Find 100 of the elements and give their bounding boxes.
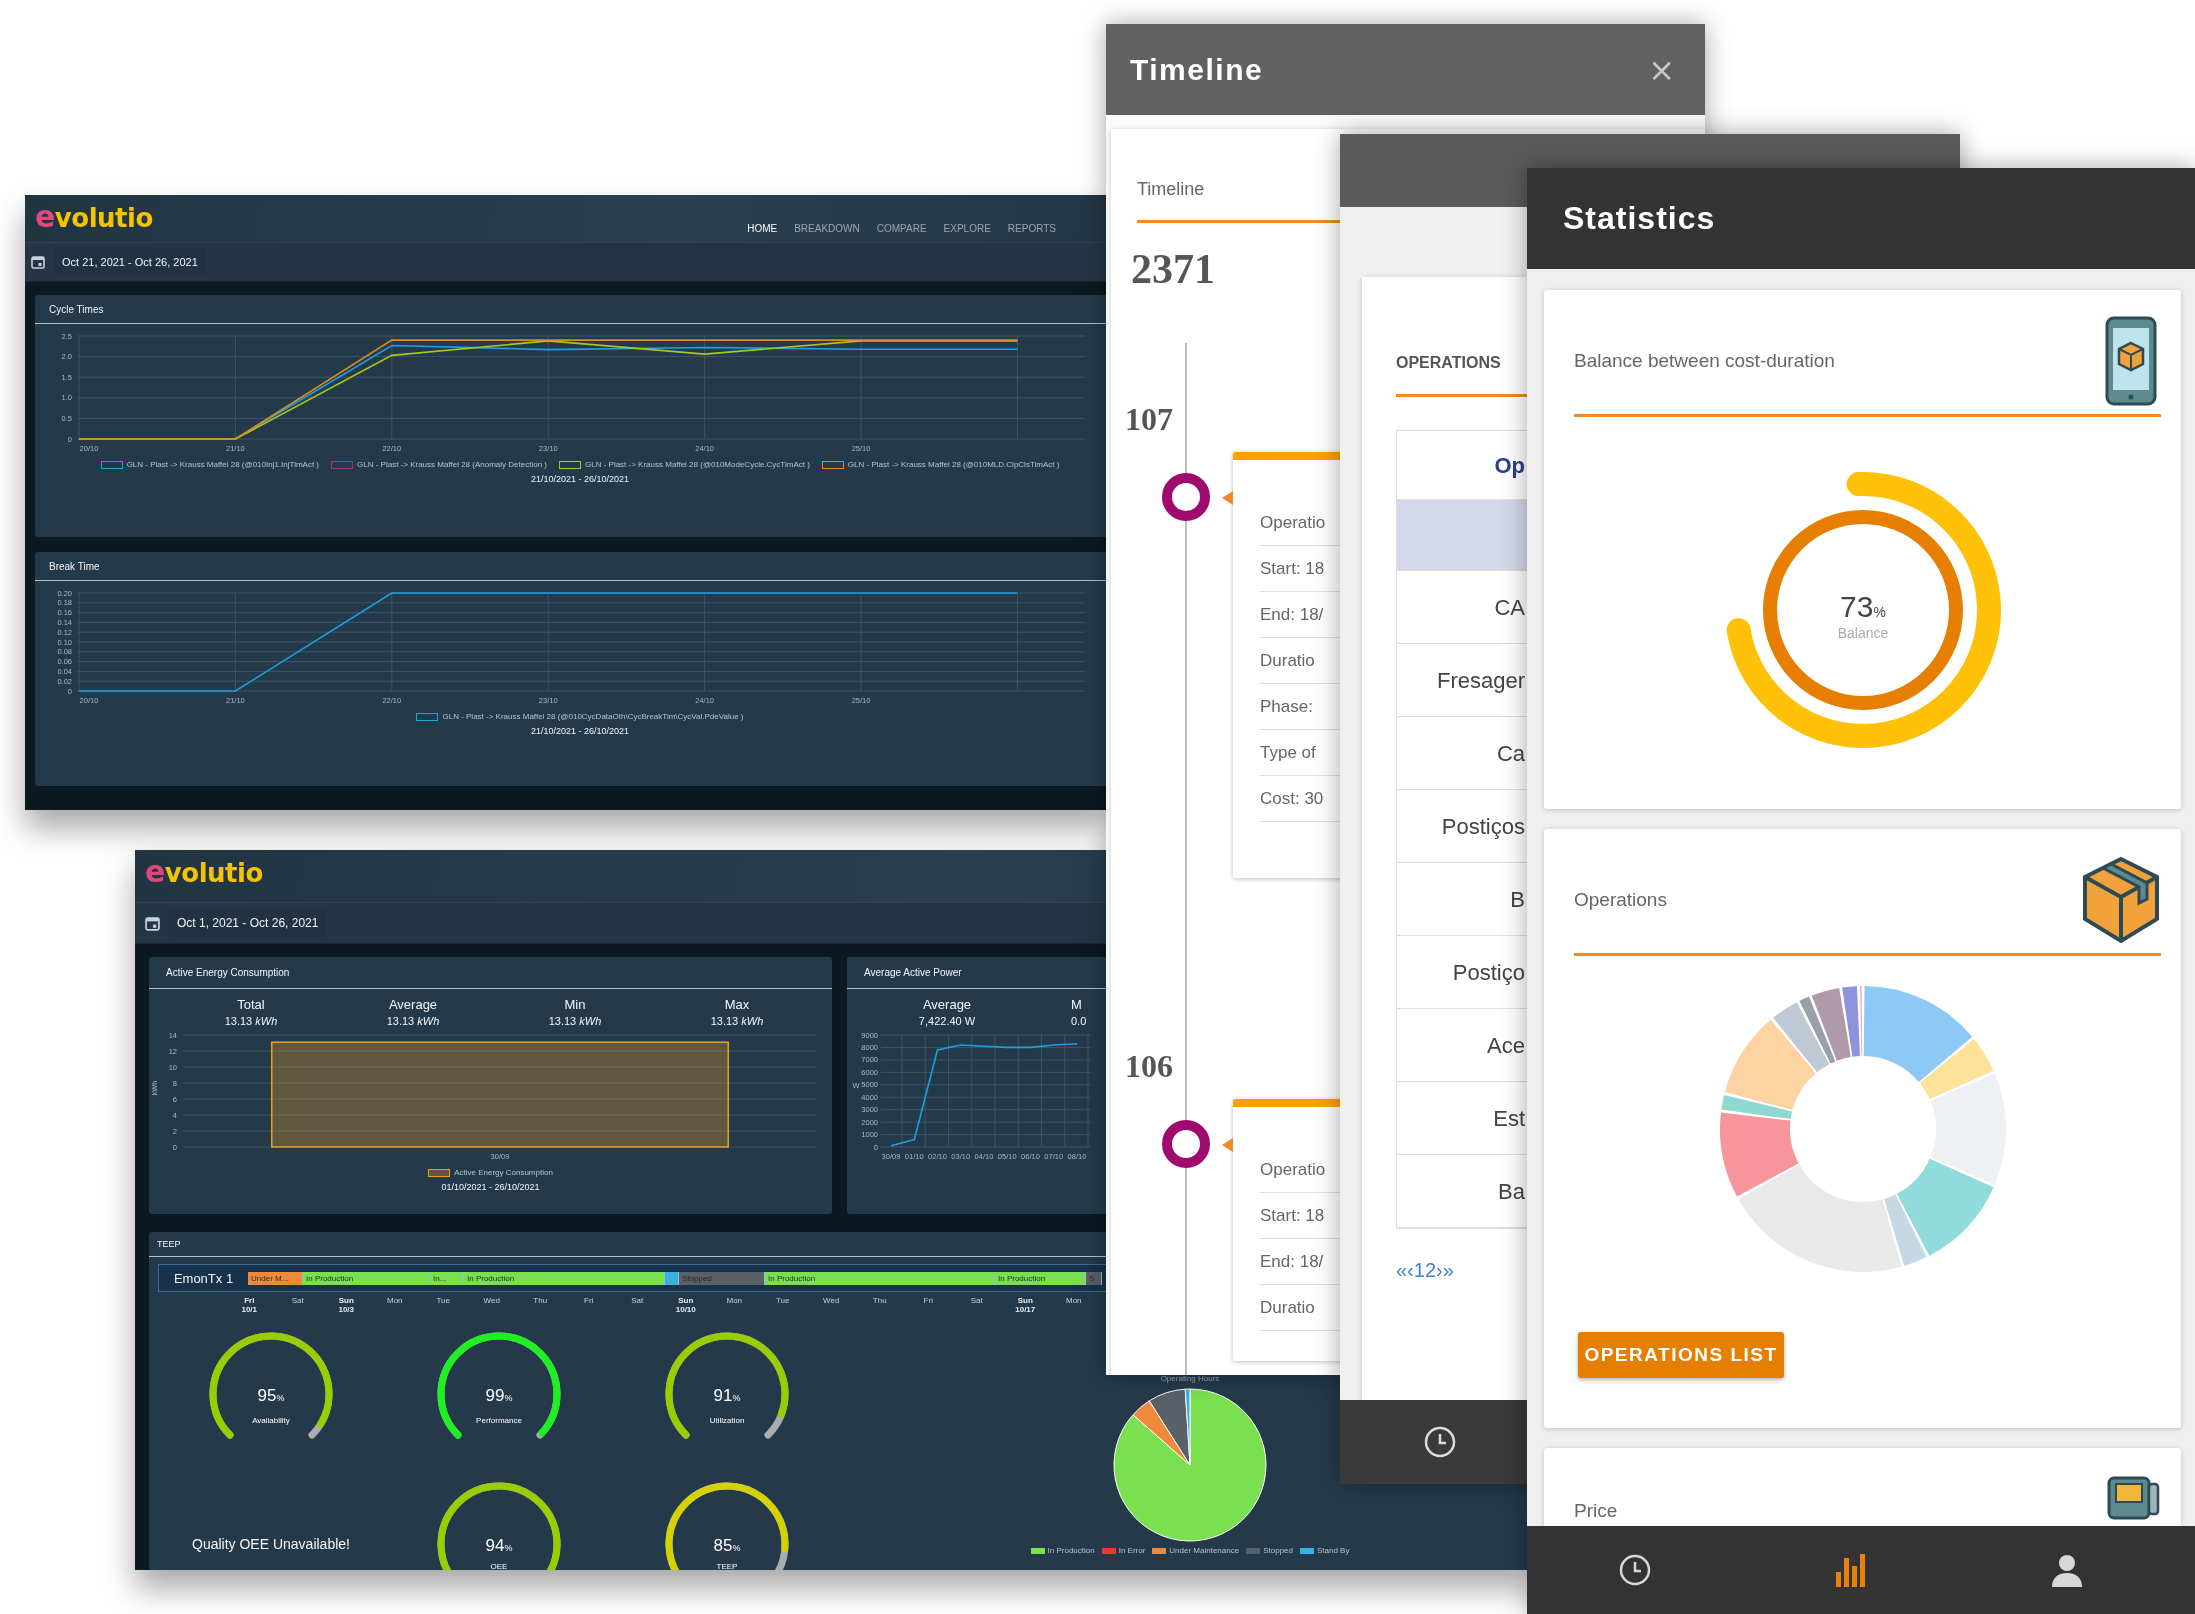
legend-label[interactable]: Stopped: [1263, 1546, 1293, 1555]
legend-swatch[interactable]: [428, 1168, 451, 1177]
stat-label: Max: [724, 997, 750, 1012]
clock-icon[interactable]: [1423, 1425, 1457, 1459]
legend-label[interactable]: In Production: [1047, 1546, 1095, 1555]
entry-field: Cost: 30: [1260, 788, 1324, 809]
legend-label[interactable]: GLN - Plast -> Krauss Maffei 28 (Anomaly Detection ): [357, 460, 547, 469]
day-label: Sun 10/3: [337, 1296, 356, 1316]
entry-field: Type of: [1260, 742, 1316, 763]
entry-field: Operatio: [1260, 512, 1326, 533]
chart-date-range: 21/10/2021 - 26/10/2021: [529, 474, 631, 484]
legend-swatch[interactable]: [416, 712, 439, 721]
day-label: Thu: [532, 1296, 549, 1307]
stat-label: Total: [237, 997, 265, 1012]
stat-value: 7,422.40 W: [918, 1015, 976, 1027]
timeline-marker-icon: [1162, 473, 1210, 521]
legend-swatch[interactable]: [331, 460, 354, 469]
legend-swatch[interactable]: [1030, 1547, 1045, 1554]
stat-label: Average: [388, 997, 438, 1012]
state-segment[interactable]: Under M...: [248, 1271, 303, 1285]
gauge-label: TEEP: [716, 1562, 738, 1570]
day-label: Sat: [290, 1296, 305, 1307]
legend-swatch[interactable]: [821, 460, 844, 469]
legend-label[interactable]: GLN - Plast -> Krauss Maffei 28 (@010CycDataOth\CycBreakTim\CycVal.PdeValue ): [442, 712, 744, 721]
legend-swatch[interactable]: [1101, 1547, 1116, 1554]
stat-value: 0.0: [1071, 1015, 1087, 1027]
calendar-icon[interactable]: [145, 915, 160, 931]
gauge-value: 94%: [485, 1536, 513, 1555]
day-label: Fri: [922, 1296, 934, 1307]
logo: evolutio: [145, 854, 263, 889]
nav-link[interactable]: COMPARE: [876, 223, 927, 234]
legend-swatch[interactable]: [100, 460, 123, 469]
window-title: Timeline: [1130, 52, 1264, 87]
gauge-value: 95%: [257, 1386, 285, 1405]
gauge-label: Availability: [252, 1416, 290, 1425]
state-segment[interactable]: In Production: [464, 1271, 665, 1285]
day-label: Thu: [871, 1296, 888, 1307]
chart-title: Operating Hours: [1160, 1374, 1220, 1383]
stat-label: Average: [922, 997, 972, 1012]
legend-label[interactable]: Under Maintenance: [1169, 1546, 1240, 1555]
legend-swatch[interactable]: [1152, 1547, 1167, 1554]
gauge-value: 85%: [713, 1536, 741, 1555]
state-segment[interactable]: In Production: [995, 1271, 1086, 1285]
legend-label[interactable]: GLN - Plast -> Krauss Maffei 28 (@010Inj1.InjTimAct ): [126, 460, 320, 469]
box-icon: [2081, 855, 2161, 945]
stat-value: 13.13 kWh: [710, 1015, 764, 1027]
card-terminal-icon: [2105, 1474, 2161, 1522]
day-label: Mon: [725, 1296, 744, 1307]
state-segment[interactable]: In...: [430, 1271, 464, 1285]
pagination[interactable]: «‹12›»: [1396, 1259, 1454, 1282]
state-segment[interactable]: In Production: [765, 1271, 995, 1285]
total-count: 2371: [1131, 245, 1216, 294]
gauge-value: 99%: [485, 1386, 513, 1405]
day-label: Wed: [482, 1296, 501, 1307]
day-label: Sat: [630, 1296, 645, 1307]
nav-link[interactable]: REPORTS: [1007, 223, 1056, 234]
entry-field: Operatio: [1260, 1159, 1326, 1180]
stat-label: M: [1071, 997, 1082, 1012]
day-label: Sat: [969, 1296, 984, 1307]
calendar-icon[interactable]: [31, 255, 45, 269]
date-range-field[interactable]: Oct 21, 2021 - Oct 26, 2021: [54, 249, 206, 275]
legend-swatch[interactable]: [559, 460, 581, 469]
entry-field: Duratio: [1260, 650, 1315, 671]
gauge-value: 91%: [713, 1386, 741, 1405]
entry-field: Duratio: [1260, 1297, 1315, 1318]
state-segment[interactable]: [665, 1271, 679, 1285]
entry-field: Phase:: [1260, 696, 1313, 717]
stat-value: 13.13 kWh: [548, 1015, 602, 1027]
gauge-value: 73%: [1839, 590, 1886, 623]
quality-note: Quality OEE Unavailable!: [192, 1536, 350, 1552]
legend-label[interactable]: GLN - Plast -> Krauss Maffei 28 (@010ModeCycle.CycTimAct ): [585, 460, 810, 469]
date-range-field[interactable]: Oct 1, 2021 - Oct 26, 2021: [169, 909, 327, 937]
day-label: Fri: [583, 1296, 595, 1307]
legend-label[interactable]: Stand By: [1317, 1546, 1350, 1555]
entry-number: 107: [1125, 401, 1174, 437]
clock-icon[interactable]: [1618, 1553, 1652, 1587]
person-icon[interactable]: [2051, 1553, 2083, 1587]
timeline-marker-icon: [1162, 1120, 1210, 1168]
day-label: Sun 10/17: [1014, 1296, 1037, 1316]
legend-swatch[interactable]: [1300, 1547, 1314, 1554]
nav-link[interactable]: EXPLORE: [943, 223, 991, 234]
card-title: Price: [1574, 1500, 1618, 1522]
entry-number: 106: [1125, 1048, 1174, 1084]
legend-label[interactable]: Active Energy Consumption: [454, 1168, 553, 1177]
nav-link[interactable]: BREAKDOWN: [794, 223, 860, 234]
entry-field: Start: 18: [1260, 558, 1325, 579]
state-segment[interactable]: In Production: [303, 1271, 430, 1285]
legend-label[interactable]: In Error: [1118, 1546, 1146, 1555]
legend-label[interactable]: GLN - Plast -> Krauss Maffei 28 (@010MLD.ClpClsTimAct ): [847, 460, 1060, 469]
day-label: Tue: [775, 1296, 791, 1307]
chart-date-range: 01/10/2021 - 26/10/2021: [440, 1182, 541, 1192]
day-label: Wed: [822, 1296, 841, 1307]
day-label: Mon: [1064, 1296, 1083, 1307]
close-button[interactable]: ×: [1642, 50, 1681, 89]
legend-swatch[interactable]: [1246, 1547, 1261, 1554]
entry-field: Start: 18: [1260, 1205, 1325, 1226]
stat-label: Min: [564, 997, 586, 1012]
nav-link[interactable]: HOME: [747, 223, 778, 234]
bar-chart-icon[interactable]: [1834, 1552, 1868, 1588]
card-title: Operations: [1574, 889, 1667, 911]
